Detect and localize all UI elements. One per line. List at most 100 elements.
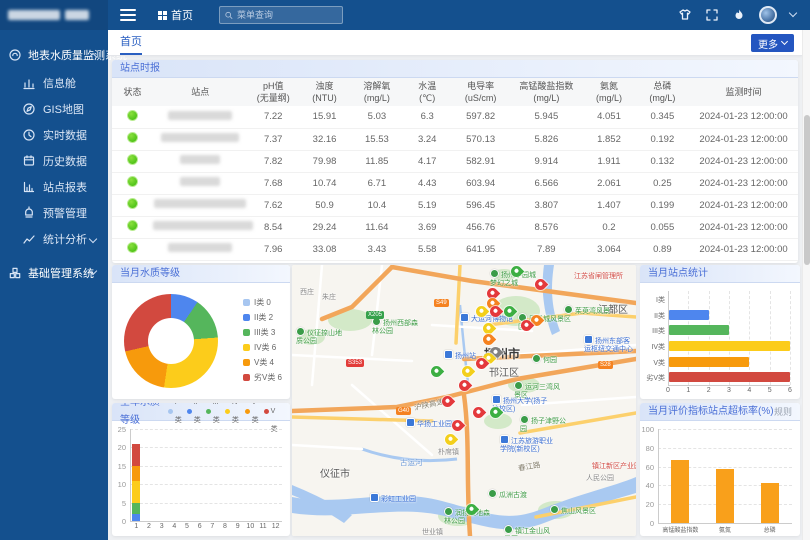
map-label-茱萸湾风景区: 茱萸湾风景区 <box>564 305 616 324</box>
menu-search[interactable] <box>219 6 343 24</box>
legend-item-III类[interactable]: III类 3 <box>243 325 282 340</box>
status-cell <box>112 194 153 216</box>
x-tick: 7 <box>206 523 218 530</box>
value-cell: 7.82 <box>248 150 299 172</box>
value-cell: 3.69 <box>404 216 451 238</box>
gridline <box>130 466 282 467</box>
tab-home[interactable]: 首页 <box>120 30 142 55</box>
monthly-station-panel: 当月站点统计 0123456I类II类III类IV类V类劣V类 <box>640 265 800 399</box>
map-pin-red[interactable] <box>450 418 466 434</box>
sidebar-section-1[interactable]: 基础管理系统 <box>0 258 108 288</box>
value-cell: 4.43 <box>404 172 451 194</box>
y-axis <box>658 429 659 523</box>
value-cell: 5.945 <box>510 106 582 128</box>
sidebar-item-预警管理[interactable]: 预警管理 <box>0 200 108 226</box>
sidebar-item-历史数据[interactable]: 历史数据 <box>0 148 108 174</box>
legend-item-劣V类[interactable]: 劣V类 6 <box>243 370 282 385</box>
legend-item-劣V类[interactable]: 劣V类 <box>264 403 282 421</box>
x-tick: 8 <box>219 523 231 530</box>
legend-item-V类[interactable]: V类 <box>245 403 259 421</box>
exceed-rate-link[interactable]: 规则 <box>774 403 792 421</box>
map-pin-red[interactable] <box>440 394 456 410</box>
value-cell: 7.22 <box>248 106 299 128</box>
legend-item-V类[interactable]: V类 4 <box>243 355 282 370</box>
gridline <box>749 291 750 385</box>
legend-item-II类[interactable]: II类 <box>187 403 201 421</box>
legend-item-III类[interactable]: III类 <box>206 403 220 421</box>
theme-shirt-icon[interactable] <box>678 8 692 22</box>
legend-item-IV类[interactable]: IV类 <box>225 403 240 421</box>
value-cell: 7.37 <box>248 128 299 150</box>
legend-item-I类[interactable]: I类 <box>168 403 182 421</box>
sidebar-item-GIS地图[interactable]: GIS地图 <box>0 96 108 122</box>
gridline <box>130 447 282 448</box>
hbar-劣V类 <box>669 372 790 382</box>
more-button[interactable]: 更多 <box>751 34 794 52</box>
legend-item-I类[interactable]: I类 0 <box>243 295 282 310</box>
value-cell: 50.9 <box>299 194 350 216</box>
map-pin-green[interactable] <box>429 364 445 380</box>
flame-icon[interactable] <box>732 8 746 22</box>
x-tick: 3 <box>156 523 168 530</box>
map-label-镇江金山风景区: 镇江金山风景区 <box>504 525 556 536</box>
gridline <box>770 291 771 385</box>
sidebar-item-站点报表[interactable]: 站点报表 <box>0 174 108 200</box>
map-label-扬州站: 扬州站 <box>444 350 476 361</box>
map-pin-red[interactable] <box>471 405 487 421</box>
main-content: 站点时报 状态站点pH值(无量纲)浊度(NTU)溶解氧(mg/L)水温(℃)电导… <box>108 56 802 540</box>
map-pin-yellow[interactable] <box>460 364 476 380</box>
map-pin-green[interactable] <box>502 304 518 320</box>
monthly-level-panel: 当月水质等级 I类 0II类 2III类 3 IV类 6 V类 4劣V类 6 <box>112 265 290 399</box>
station-cell <box>153 172 247 194</box>
road-shield-S49: S49 <box>434 299 449 307</box>
sidebar-item-信息舱[interactable]: 信息舱 <box>0 70 108 96</box>
map-pin-green[interactable] <box>488 405 504 421</box>
legend-item-II类[interactable]: II类 2 <box>243 310 282 325</box>
y-category-II类: II类 <box>640 311 665 321</box>
map-pin-green[interactable] <box>509 265 525 279</box>
map-label-扬州西部森林公园: 扬州西部森林公园 <box>372 317 424 336</box>
avatar[interactable] <box>759 6 777 24</box>
legend-item-IV类[interactable]: IV类 6 <box>243 340 282 355</box>
map-pin-green[interactable] <box>464 502 480 518</box>
value-cell: 5.58 <box>404 238 451 260</box>
sidebar-item-实时数据[interactable]: 实时数据 <box>0 122 108 148</box>
column-header-监测时间: 监测时间 <box>689 78 798 106</box>
page-scrollbar[interactable] <box>802 30 810 540</box>
status-dot-normal <box>127 176 138 187</box>
station-cell <box>153 194 247 216</box>
history-icon <box>22 154 36 168</box>
value-cell: 10.74 <box>299 172 350 194</box>
y-tick: 20 <box>112 443 126 452</box>
column-header-站点: 站点 <box>153 78 247 106</box>
scrollbar-thumb[interactable] <box>804 115 810 265</box>
fullscreen-icon[interactable] <box>705 8 719 22</box>
menu-search-input[interactable] <box>237 10 337 20</box>
map-pin-orange[interactable] <box>481 332 497 348</box>
sidebar-item-label: 站点报表 <box>43 179 87 195</box>
map-pin-yellow[interactable] <box>443 432 459 448</box>
sidebar-item-统计分析[interactable]: 统计分析 <box>0 226 108 252</box>
table-row: 7.6810.746.714.43603.946.5662.0610.25202… <box>112 172 798 194</box>
legend-swatch <box>243 359 250 366</box>
monthly-level-title: 当月水质等级 <box>120 265 180 283</box>
map-label-扬州东部客运枢纽交通中心: 扬州东部客运枢纽交通中心 <box>584 335 636 354</box>
hamburger-menu-icon[interactable] <box>120 9 136 21</box>
time-cell: 2024-01-23 12:00:00 <box>689 150 798 172</box>
y-tick: 5 <box>112 499 126 508</box>
legend-swatch <box>243 329 250 336</box>
breadcrumb-home[interactable]: 首页 <box>158 7 193 23</box>
gridline <box>658 429 792 430</box>
map-pin-red[interactable] <box>533 277 549 293</box>
value-cell: 2.061 <box>582 172 635 194</box>
sidebar-section-0[interactable]: 地表水质量监测系统 <box>0 40 108 70</box>
legend-swatch <box>245 409 250 414</box>
user-caret-down-icon[interactable] <box>789 9 797 17</box>
legend-swatch <box>187 409 192 414</box>
y-category-劣V类: 劣V类 <box>640 373 665 383</box>
map[interactable]: 扬州市邗江区江都区仪征市扬州西部森林公园仪征捺山地质公园扬州学园城梦幻之城唐子城… <box>292 265 636 536</box>
station-report-header: 站点时报 <box>112 60 798 78</box>
legend-label: IV类 6 <box>254 342 276 353</box>
map-pin-red[interactable] <box>457 378 473 394</box>
monthly-station-header: 当月站点统计 <box>640 265 800 283</box>
